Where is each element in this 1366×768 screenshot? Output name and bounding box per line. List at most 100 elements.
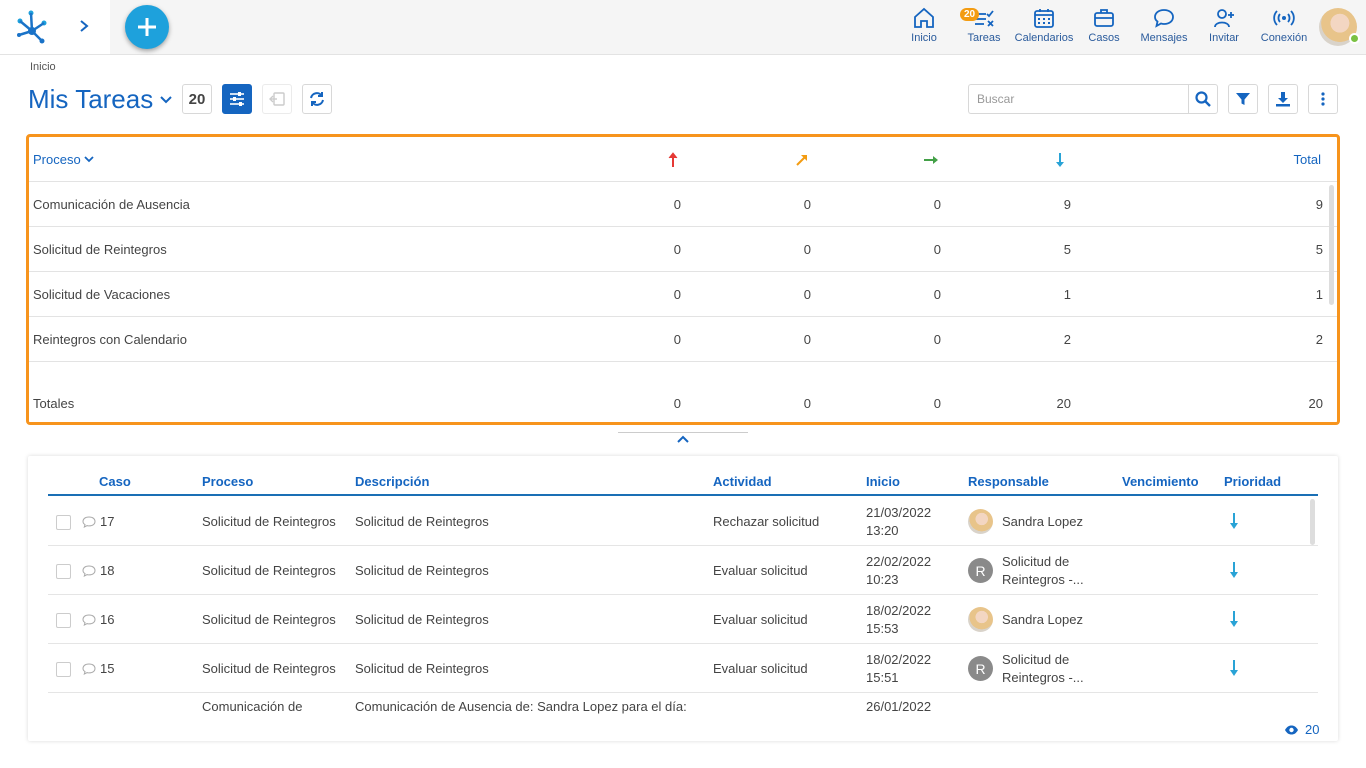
- visible-count: 20: [1284, 722, 1319, 737]
- nav-conexion[interactable]: Conexión: [1258, 0, 1310, 54]
- filter-button[interactable]: [1228, 84, 1258, 114]
- column-prioridad[interactable]: Prioridad: [1224, 474, 1281, 489]
- nav-calendarios[interactable]: Calendarios: [1014, 0, 1074, 54]
- summary-scrollbar[interactable]: [1329, 185, 1334, 305]
- online-status-dot: [1349, 33, 1360, 44]
- summary-row[interactable]: Comunicación de Ausencia 0 0 0 9 9: [29, 182, 1337, 227]
- add-button[interactable]: [125, 5, 169, 49]
- chevron-up-icon[interactable]: [676, 433, 690, 445]
- download-button[interactable]: [1268, 84, 1298, 114]
- task-list-scrollbar[interactable]: [1310, 499, 1315, 545]
- row-checkbox[interactable]: [56, 662, 71, 677]
- nav-tareas[interactable]: 20 Tareas: [960, 0, 1008, 54]
- description: Comunicación de Ausencia de: Sandra Lope…: [355, 699, 687, 714]
- nav-casos[interactable]: Casos: [1082, 0, 1126, 54]
- arrow-up-red-icon[interactable]: [667, 152, 679, 168]
- count-medium-high: 0: [803, 197, 811, 212]
- arrow-down-blue-icon[interactable]: [1054, 152, 1066, 168]
- column-responsable[interactable]: Responsable: [968, 474, 1049, 489]
- logo-area: [0, 0, 110, 54]
- page-title[interactable]: Mis Tareas: [28, 84, 153, 115]
- summary-row-partial[interactable]: [29, 362, 1337, 382]
- total-low: 20: [1056, 396, 1071, 411]
- column-caso[interactable]: Caso: [99, 474, 131, 489]
- case-number: 17: [100, 514, 115, 529]
- eye-icon: [1285, 725, 1298, 734]
- comment-icon[interactable]: [82, 663, 96, 675]
- responsible: Sandra Lopez: [1002, 514, 1083, 529]
- sliders-icon: [230, 92, 244, 106]
- nav-mensajes[interactable]: Mensajes: [1136, 0, 1192, 54]
- column-descripcion[interactable]: Descripción: [355, 474, 429, 489]
- visible-count-value: 20: [1305, 722, 1320, 737]
- column-proceso[interactable]: Proceso: [202, 474, 253, 489]
- count-low: 5: [1063, 242, 1071, 257]
- comment-icon[interactable]: [82, 516, 96, 528]
- count-medium: 0: [933, 287, 941, 302]
- responsible: Solicitud de: [1002, 652, 1070, 667]
- chevron-right-icon[interactable]: [74, 16, 94, 36]
- column-inicio[interactable]: Inicio: [866, 474, 900, 489]
- arrow-right-green-icon[interactable]: [923, 154, 939, 166]
- grand-total: 20: [1308, 396, 1323, 411]
- summary-totals-row: Totales 0 0 0 20 20: [29, 381, 1337, 422]
- row-checkbox[interactable]: [56, 613, 71, 628]
- release-button[interactable]: [262, 84, 292, 114]
- total-high: 0: [673, 396, 681, 411]
- activity: Evaluar solicitud: [713, 563, 808, 578]
- comment-icon[interactable]: [82, 614, 96, 626]
- column-vencimiento[interactable]: Vencimiento: [1122, 474, 1199, 489]
- responsible: Sandra Lopez: [1002, 612, 1083, 627]
- search-input[interactable]: [968, 84, 1188, 114]
- task-table-header: Caso Proceso Descripción Actividad Inici…: [48, 471, 1318, 496]
- task-count: 20: [182, 84, 212, 114]
- column-total[interactable]: Total: [1279, 152, 1321, 167]
- arrow-down-blue-icon: [1230, 611, 1238, 627]
- totals-label: Totales: [33, 396, 75, 411]
- arrow-up-right-orange-icon[interactable]: [795, 153, 809, 167]
- comment-icon[interactable]: [82, 565, 96, 577]
- table-row[interactable]: 16 Solicitud de Reintegros Solicitud de …: [48, 595, 1318, 644]
- count-medium-high: 0: [803, 287, 811, 302]
- column-proceso-label: Proceso: [33, 152, 81, 167]
- chevron-down-icon[interactable]: [158, 92, 174, 108]
- process-name: Solicitud de Reintegros: [33, 242, 167, 257]
- nav-label: Conexión: [1260, 32, 1308, 44]
- table-row[interactable]: 15 Solicitud de Reintegros Solicitud de …: [48, 644, 1318, 693]
- column-actividad[interactable]: Actividad: [713, 474, 772, 489]
- calendar-icon: [1034, 9, 1054, 28]
- count-low: 1: [1063, 287, 1071, 302]
- nav-invitar[interactable]: Invitar: [1202, 0, 1246, 54]
- briefcase-icon: [1094, 9, 1114, 27]
- count-medium: 0: [933, 332, 941, 347]
- logo-icon[interactable]: [14, 9, 50, 45]
- count-high: 0: [673, 242, 681, 257]
- case-number: 18: [100, 563, 115, 578]
- filter-settings-button[interactable]: [222, 84, 252, 114]
- count-total: 5: [1315, 242, 1323, 257]
- summary-row[interactable]: Reintegros con Calendario 0 0 0 2 2: [29, 317, 1337, 362]
- nav-label: Mensajes: [1140, 32, 1188, 44]
- summary-row[interactable]: Solicitud de Reintegros 0 0 0 5 5: [29, 227, 1337, 272]
- home-icon: [914, 7, 934, 28]
- row-checkbox[interactable]: [56, 515, 71, 530]
- process-name: Reintegros con Calendario: [33, 332, 187, 347]
- table-row-partial[interactable]: Comunicación de Comunicación de Ausencia…: [48, 693, 1318, 715]
- summary-header: Proceso Total: [29, 137, 1337, 182]
- avatar: R: [968, 656, 993, 681]
- count-high: 0: [673, 197, 681, 212]
- table-row[interactable]: 17 Solicitud de Reintegros Solicitud de …: [48, 497, 1318, 546]
- breadcrumb[interactable]: Inicio: [30, 61, 56, 73]
- search-button[interactable]: [1188, 84, 1218, 114]
- nav-label: Calendarios: [1014, 32, 1074, 44]
- summary-row[interactable]: Solicitud de Vacaciones 0 0 0 1 1: [29, 272, 1337, 317]
- count-medium: 0: [933, 197, 941, 212]
- more-options-button[interactable]: [1308, 84, 1338, 114]
- nav-label: Inicio: [911, 32, 937, 44]
- start-time: 13:20: [866, 523, 899, 538]
- column-proceso[interactable]: Proceso: [33, 152, 94, 167]
- nav-inicio[interactable]: Inicio: [900, 0, 948, 54]
- table-row[interactable]: 18 Solicitud de Reintegros Solicitud de …: [48, 546, 1318, 595]
- row-checkbox[interactable]: [56, 564, 71, 579]
- refresh-button[interactable]: [302, 84, 332, 114]
